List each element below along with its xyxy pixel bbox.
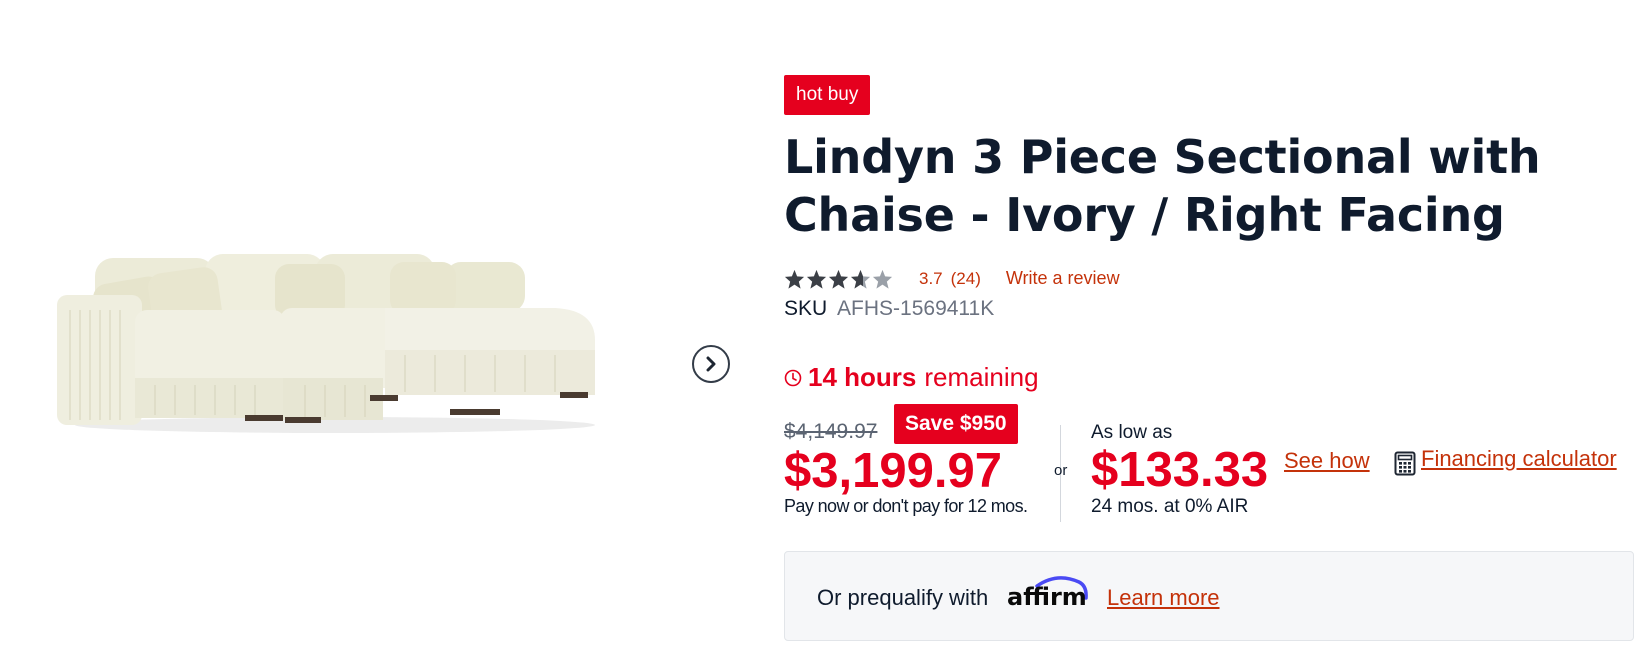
product-title: Lindyn 3 Piece Sectional with Chaise - I… (784, 130, 1541, 242)
star-icon (806, 269, 827, 289)
prequalify-text: Or prequalify with (817, 585, 989, 610)
sku-row: SKU AFHS-1569411K (784, 297, 994, 321)
star-icon (828, 269, 849, 289)
clock-icon (784, 369, 802, 386)
financing-calculator-link[interactable]: Financing calculator (1421, 446, 1617, 472)
product-image (57, 254, 595, 433)
financing-terms: 24 mos. at 0% AIR (1091, 496, 1249, 517)
rating-count[interactable]: (24) (951, 269, 981, 289)
was-price: $4,149.97 (784, 420, 878, 443)
product-gallery (0, 0, 760, 647)
star-icon (872, 269, 893, 289)
timer-remaining: remaining (924, 362, 1039, 392)
save-badge: Save $950 (894, 404, 1018, 444)
deal-timer: 14 hours remaining (784, 362, 1039, 393)
affirm-logo: affirm (1007, 576, 1088, 610)
timer-hours: 14 hours (808, 362, 917, 392)
or-separator: or (1054, 462, 1068, 479)
svg-text:affirm: affirm (1007, 583, 1087, 610)
as-low-as-label: As low as (1091, 422, 1173, 443)
star-icon (784, 269, 805, 289)
product-info: hot buy Lindyn 3 Piece Sectional with Ch… (784, 0, 1644, 647)
rating-value[interactable]: 3.7 (919, 269, 943, 289)
learn-more-link[interactable]: Learn more (1107, 585, 1220, 611)
hot-buy-badge: hot buy (784, 75, 871, 115)
next-image-button[interactable] (692, 345, 730, 383)
chevron-right-icon (706, 356, 716, 372)
pay-later-note: Pay now or don't pay for 12 mos. (784, 496, 1028, 516)
rating-stars[interactable] (784, 269, 893, 289)
prequalify-banner: Or prequalify with affirm Learn more (784, 551, 1634, 641)
see-how-link[interactable]: See how (1284, 448, 1370, 474)
sku-label: SKU (784, 297, 828, 320)
star-half-icon (850, 269, 871, 289)
monthly-price: $133.33 (1091, 443, 1269, 497)
calculator-icon[interactable] (1394, 451, 1416, 476)
rating-row: 3.7 (24) Write a review (784, 268, 1120, 289)
sku-value: AFHS-1569411K (837, 297, 995, 320)
sale-price: $3,199.97 (784, 444, 1002, 498)
write-review-link[interactable]: Write a review (1006, 268, 1120, 289)
